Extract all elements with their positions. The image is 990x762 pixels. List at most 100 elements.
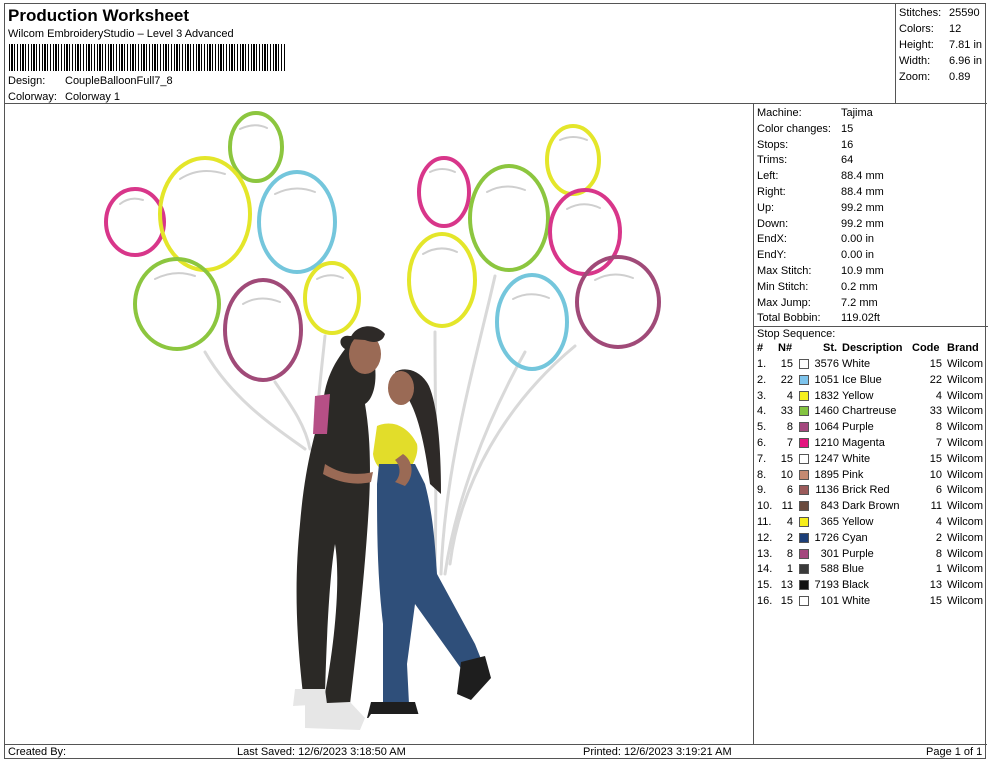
property-label: Max Stitch: bbox=[757, 265, 812, 277]
color-swatch bbox=[799, 548, 809, 559]
property-row: Total Bobbin: 119.02ft bbox=[757, 312, 880, 324]
stat-height: Height: 7.81 in bbox=[899, 39, 982, 51]
color-swatch bbox=[799, 469, 809, 480]
property-value: 15 bbox=[841, 122, 854, 135]
row-description: Purple bbox=[842, 421, 874, 434]
row-brand: Wilcom bbox=[947, 358, 984, 370]
row-description: Yellow bbox=[842, 516, 874, 528]
row-stitches: 588 bbox=[820, 563, 839, 576]
colorway-label: Colorway: bbox=[8, 91, 57, 103]
row-needle: 4 bbox=[786, 389, 793, 402]
row-description: Brick Red bbox=[842, 484, 890, 497]
stop-sequence-header: # N# St. Description Code Brand bbox=[757, 342, 987, 356]
last-saved: Last Saved: 12/6/2023 3:18:50 AM bbox=[237, 746, 406, 758]
property-row: Right: 88.4 mm bbox=[757, 186, 884, 198]
color-swatch bbox=[799, 359, 809, 369]
row-code: 1 bbox=[935, 563, 942, 576]
row-brand: Wilcom bbox=[947, 516, 984, 528]
stat-value: 7.81 in bbox=[949, 39, 983, 51]
row-code: 33 bbox=[929, 405, 942, 418]
balloon-purple-left bbox=[223, 278, 303, 382]
row-code: 15 bbox=[929, 358, 942, 370]
row-brand: Wilcom bbox=[947, 484, 984, 497]
section-divider bbox=[754, 326, 988, 327]
row-brand: Wilcom bbox=[947, 579, 984, 592]
properties-panel: Machine: Tajima Color changes: 15 Stops: 16 Tr… bbox=[753, 104, 988, 744]
row-stitches: 843 bbox=[820, 500, 839, 513]
row-brand: Wilcom bbox=[947, 500, 984, 513]
row-stitches: 1895 bbox=[814, 468, 839, 481]
property-value: 99.2 mm bbox=[841, 217, 884, 230]
row-description: Blue bbox=[842, 563, 865, 576]
property-value: 7.2 mm bbox=[841, 296, 878, 309]
stop-sequence-row: 3. 4 1832 Yellow 4 Wilcom bbox=[757, 390, 987, 404]
row-stitches: 1832 bbox=[814, 389, 839, 402]
property-row: Down: 99.2 mm bbox=[757, 218, 884, 230]
stat-value: 0.89 bbox=[949, 71, 971, 83]
property-value: Tajima bbox=[841, 107, 873, 119]
stop-sequence-row: 11. 4 365 Yellow 4 Wilcom bbox=[757, 516, 987, 530]
row-stitches: 1210 bbox=[814, 437, 839, 449]
row-description: Pink bbox=[842, 468, 864, 481]
balloon-green-top bbox=[228, 111, 284, 183]
balloon-blue-left bbox=[257, 170, 337, 274]
stop-sequence-row: 6. 7 1210 Magenta 7 Wilcom bbox=[757, 437, 987, 451]
row-needle: 11 bbox=[781, 500, 793, 513]
property-value: 0.2 mm bbox=[841, 280, 878, 293]
property-value: 10.9 mm bbox=[841, 265, 884, 277]
stat-colors: Colors: 12 bbox=[899, 23, 961, 35]
row-brand: Wilcom bbox=[947, 389, 984, 402]
printed-date: Printed: 12/6/2023 3:19:21 AM bbox=[583, 746, 732, 758]
created-by: Created By: bbox=[8, 746, 67, 758]
embroidery-design-image bbox=[104, 111, 661, 730]
row-code: 4 bbox=[935, 516, 942, 528]
col-description: Description bbox=[842, 342, 903, 354]
balloon-purple-right bbox=[575, 255, 661, 349]
row-needle: 7 bbox=[786, 437, 793, 449]
stat-label: Colors: bbox=[899, 23, 934, 35]
row-description: Dark Brown bbox=[842, 500, 900, 513]
row-stitches: 301 bbox=[820, 547, 839, 560]
property-label: Machine: bbox=[757, 107, 802, 119]
row-needle: 8 bbox=[786, 421, 793, 434]
colorway-row: Colorway: Colorway 1 bbox=[8, 91, 120, 103]
row-code: 10 bbox=[929, 468, 942, 481]
row-stitches: 365 bbox=[820, 516, 839, 528]
row-needle: 13 bbox=[780, 579, 793, 592]
row-code: 15 bbox=[929, 595, 942, 607]
couple-figure bbox=[293, 326, 491, 730]
property-value: 88.4 mm bbox=[841, 186, 884, 198]
balloon-blue-right bbox=[495, 273, 569, 371]
row-needle: 15 bbox=[780, 452, 793, 465]
row-code: 4 bbox=[935, 389, 942, 402]
row-description: White bbox=[842, 452, 871, 465]
row-code: 7 bbox=[935, 437, 942, 449]
property-row: Machine: Tajima bbox=[757, 107, 873, 119]
row-stitches: 1726 bbox=[814, 531, 839, 544]
property-label: Color changes: bbox=[757, 122, 831, 135]
row-code: 8 bbox=[935, 421, 942, 434]
color-swatch bbox=[799, 438, 809, 448]
color-swatch bbox=[799, 596, 809, 606]
property-label: Right: bbox=[757, 186, 786, 198]
row-stitches: 1460 bbox=[814, 405, 839, 418]
property-label: Trims: bbox=[757, 154, 788, 167]
col-needle: N# bbox=[778, 342, 793, 354]
color-swatch bbox=[799, 532, 809, 543]
row-description: White bbox=[842, 358, 871, 370]
stat-value: 25590 bbox=[949, 7, 980, 19]
row-code: 2 bbox=[935, 531, 942, 544]
color-swatch bbox=[799, 564, 809, 575]
stop-sequence-row: 1. 15 3576 White 15 Wilcom bbox=[757, 358, 987, 372]
stop-sequence-row: 15. 13 7193 Black 13 Wilcom bbox=[757, 579, 987, 593]
property-label: Left: bbox=[757, 170, 779, 183]
color-swatch bbox=[799, 580, 809, 591]
color-swatch bbox=[799, 501, 809, 512]
row-description: Ice Blue bbox=[842, 373, 882, 386]
color-swatch bbox=[799, 406, 809, 417]
worksheet-frame: Production Worksheet Wilcom EmbroiderySt… bbox=[4, 3, 988, 759]
property-row: Min Stitch: 0.2 mm bbox=[757, 281, 878, 293]
colorway-value: Colorway 1 bbox=[65, 91, 121, 103]
stat-zoom: Zoom: 0.89 bbox=[899, 71, 970, 83]
design-row: Design: CoupleBalloonFull7_8 bbox=[8, 75, 173, 87]
